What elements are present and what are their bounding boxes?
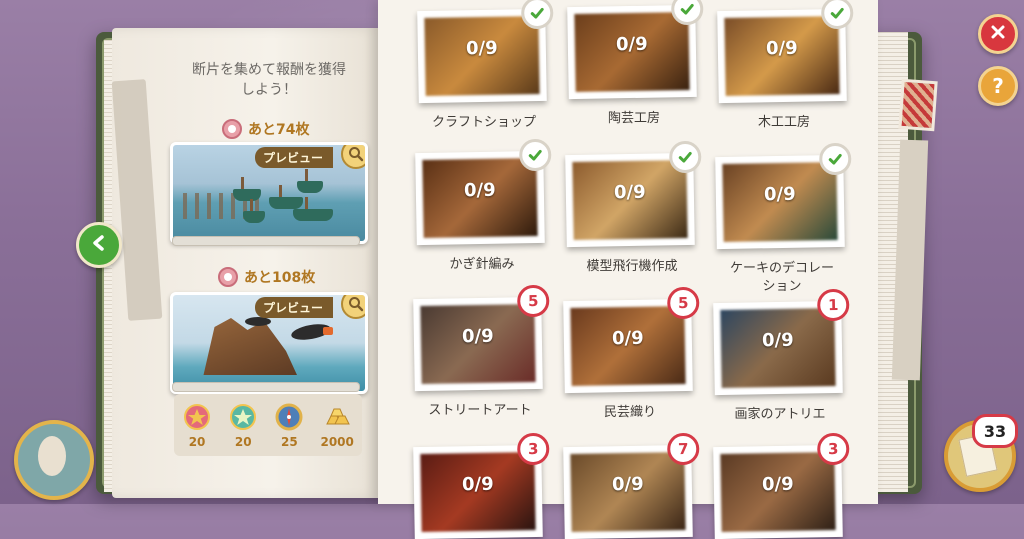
collection-progress: 0/9 [461, 325, 494, 348]
collection-photo-frame[interactable]: 0/9 [715, 142, 852, 250]
collection-progress: 0/9 [761, 329, 794, 352]
collection-photo-frame[interactable]: 0/9 [415, 138, 552, 246]
reward-value: 20 [234, 434, 252, 449]
reward-item: 20 [182, 402, 212, 449]
gold-bars-icon [322, 402, 352, 432]
rewards-panel: 20 20 25 2000 [174, 394, 362, 456]
harbor-preview-card[interactable]: プレビュー [170, 142, 368, 244]
puffin-beak-art [323, 327, 333, 335]
boat-art [233, 177, 261, 201]
reward-value: 25 [280, 434, 298, 449]
collection-label: 木工工房 [757, 115, 810, 130]
collection-progress: 0/9 [615, 33, 648, 56]
collection-photo-frame[interactable]: 0/9 5 [413, 284, 550, 392]
fragment-icon [218, 267, 238, 287]
collection-progress: 0/9 [463, 179, 496, 202]
boat-art [293, 197, 333, 221]
collection-photo-frame[interactable]: 0/9 [565, 140, 702, 248]
collection-photo-frame[interactable]: 0/9 5 [563, 286, 700, 394]
collection-progress: 0/9 [611, 473, 644, 496]
island-preview-card[interactable]: プレビュー [170, 292, 368, 394]
collection-photo-frame[interactable]: 0/9 1 [713, 288, 850, 396]
collection-progress: 0/9 [765, 37, 798, 60]
preview-progress-rail [172, 236, 360, 246]
collection-progress: 0/9 [465, 37, 498, 60]
preview-button[interactable]: プレビュー [254, 147, 333, 168]
boat-art [269, 185, 303, 209]
preview-progress-rail [172, 382, 360, 392]
remaining-count-2: あと108枚 [218, 266, 315, 288]
boat-art [243, 199, 265, 223]
collection-label: 模型飛行機作成 [586, 259, 678, 274]
collection-label: かぎ針編み [449, 257, 515, 272]
collection-progress: 0/9 [613, 181, 646, 204]
remaining-text: あと108枚 [244, 270, 316, 286]
collection-photo-frame[interactable]: 0/9 3 [713, 432, 850, 539]
collection-progress: 0/9 [611, 327, 644, 350]
reward-value: 2000 [320, 434, 354, 449]
collection-photo-frame[interactable]: 0/9 [417, 0, 554, 104]
collection-photo-frame[interactable]: 0/9 [717, 0, 854, 104]
reward-item: 25 [274, 402, 304, 449]
collection-label: クラフトショップ [431, 115, 536, 130]
star-badge-green-icon [228, 402, 258, 432]
puffin-art-small [245, 317, 271, 326]
fragment-stock-count: 33 [972, 414, 1018, 448]
collection-progress: 0/9 [461, 473, 494, 496]
compass-icon [274, 402, 304, 432]
collection-label: 民芸織り [603, 405, 656, 420]
collection-label: 陶芸工房 [607, 111, 660, 126]
reward-item: 20 [228, 402, 258, 449]
chevron-left-icon [90, 234, 108, 256]
collection-progress: 0/9 [761, 473, 794, 496]
profile-avatar-button[interactable] [14, 420, 94, 500]
help-button[interactable]: ? [978, 66, 1018, 106]
collect-fragments-title: 断片を集めて報酬を獲得 しよう！ [192, 62, 346, 98]
island-rock-art [203, 318, 297, 375]
help-icon: ? [992, 74, 1004, 98]
reward-item: 2000 [320, 402, 354, 449]
reward-value: 20 [188, 434, 206, 449]
close-button[interactable] [978, 14, 1018, 54]
collection-label: ストリートアート [428, 403, 532, 418]
magnifier-icon[interactable] [341, 145, 365, 169]
collection-photo-frame[interactable]: 0/9 3 [413, 432, 550, 539]
collection-photo-frame[interactable]: 0/9 7 [563, 432, 700, 539]
stamp-decoration [898, 78, 938, 132]
remaining-count-1: あと74枚 [222, 118, 309, 140]
close-icon [990, 24, 1006, 44]
boat-art [297, 169, 323, 193]
star-badge-red-icon [182, 402, 212, 432]
back-button[interactable] [76, 222, 122, 268]
magnifier-icon[interactable] [341, 295, 365, 319]
preview-button[interactable]: プレビュー [254, 297, 333, 318]
fragment-icon [222, 119, 242, 139]
collection-progress: 0/9 [763, 183, 796, 206]
collection-photo-frame[interactable]: 0/9 [567, 0, 704, 100]
remaining-text: あと74枚 [248, 122, 310, 138]
collection-label: 画家のアトリエ [734, 407, 826, 422]
